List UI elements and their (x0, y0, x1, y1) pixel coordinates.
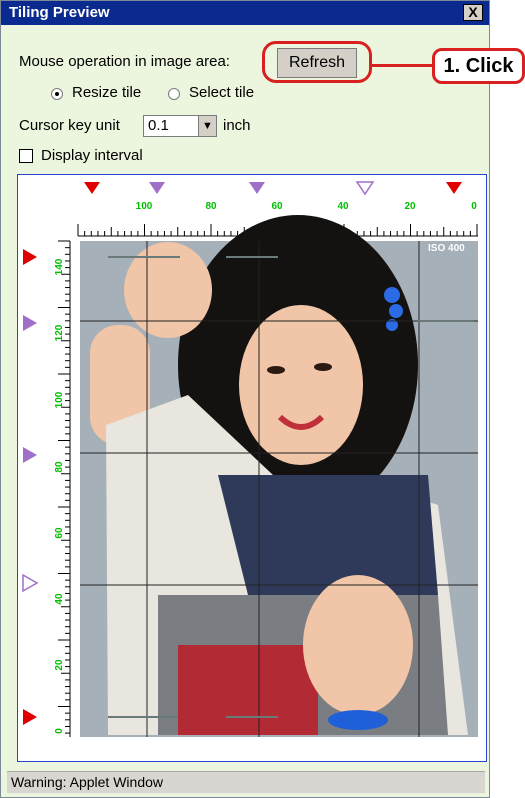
left-marker-triangle[interactable] (23, 249, 37, 265)
top-marker-triangle[interactable] (355, 181, 375, 196)
select-tile-radio[interactable] (168, 88, 180, 100)
resize-tile-radio[interactable] (51, 88, 63, 100)
annotation-highlight-ring (262, 41, 372, 83)
top-ruler-label: 20 (404, 201, 416, 212)
cursor-key-unit-value: 0.1 (148, 117, 169, 134)
left-ruler-label: 100 (54, 391, 65, 408)
left-marker-triangle[interactable] (23, 447, 37, 463)
top-ruler-label: 40 (337, 201, 349, 212)
window-title: Tiling Preview (9, 4, 110, 21)
cursor-key-unit-label: Cursor key unit (19, 117, 120, 134)
left-ruler-label: 80 (54, 461, 65, 473)
top-ruler-label: 100 (136, 201, 153, 212)
left-marker-triangle[interactable] (23, 709, 37, 725)
cursor-key-unit-select[interactable]: 0.1 ▼ (143, 115, 217, 137)
top-marker-triangle[interactable] (149, 182, 165, 194)
preview-area[interactable]: 100 80 60 40 20 0 140 120 100 80 60 40 2… (17, 174, 487, 762)
top-markers (84, 181, 462, 196)
left-ruler-label: 140 (54, 258, 65, 275)
left-ruler-label: 40 (54, 593, 65, 605)
mouse-operation-label: Mouse operation in image area: (19, 53, 230, 70)
status-text: Warning: Applet Window (11, 774, 163, 790)
chevron-down-icon[interactable]: ▼ (198, 116, 216, 136)
left-ruler-label: 120 (54, 324, 65, 341)
resize-tile-label: Resize tile (72, 84, 142, 101)
left-markers (22, 249, 39, 725)
close-button[interactable]: X (463, 4, 483, 21)
left-ruler-label: 60 (54, 527, 65, 539)
unit-label: inch (223, 117, 251, 134)
left-ruler-label: 20 (54, 659, 65, 671)
preview-photo: ISO 400 (80, 215, 478, 737)
top-ruler-label: 80 (205, 201, 217, 212)
display-interval-label: Display interval (41, 147, 143, 164)
preview-canvas[interactable]: 100 80 60 40 20 0 140 120 100 80 60 40 2… (18, 175, 486, 761)
tiling-preview-window: Tiling Preview X Mouse operation in imag… (0, 0, 490, 798)
top-marker-triangle[interactable] (446, 182, 462, 194)
left-ruler-label: 0 (54, 728, 65, 734)
radio-selected-dot (55, 92, 59, 96)
annotation-callout: 1. Click (432, 48, 525, 84)
iso-label: ISO 400 (428, 243, 465, 254)
left-ruler: 140 120 100 80 60 40 20 0 (54, 240, 71, 737)
select-tile-label: Select tile (189, 84, 255, 101)
top-marker-triangle[interactable] (249, 182, 265, 194)
top-ruler-label: 60 (271, 201, 283, 212)
left-marker-triangle[interactable] (22, 573, 39, 593)
display-interval-checkbox[interactable] (19, 149, 33, 163)
titlebar: Tiling Preview X (1, 1, 489, 25)
left-marker-triangle[interactable] (23, 315, 37, 331)
status-bar: Warning: Applet Window (7, 771, 485, 793)
annotation-connector-line (372, 64, 432, 67)
top-marker-triangle[interactable] (84, 182, 100, 194)
top-ruler-label: 0 (471, 201, 477, 212)
